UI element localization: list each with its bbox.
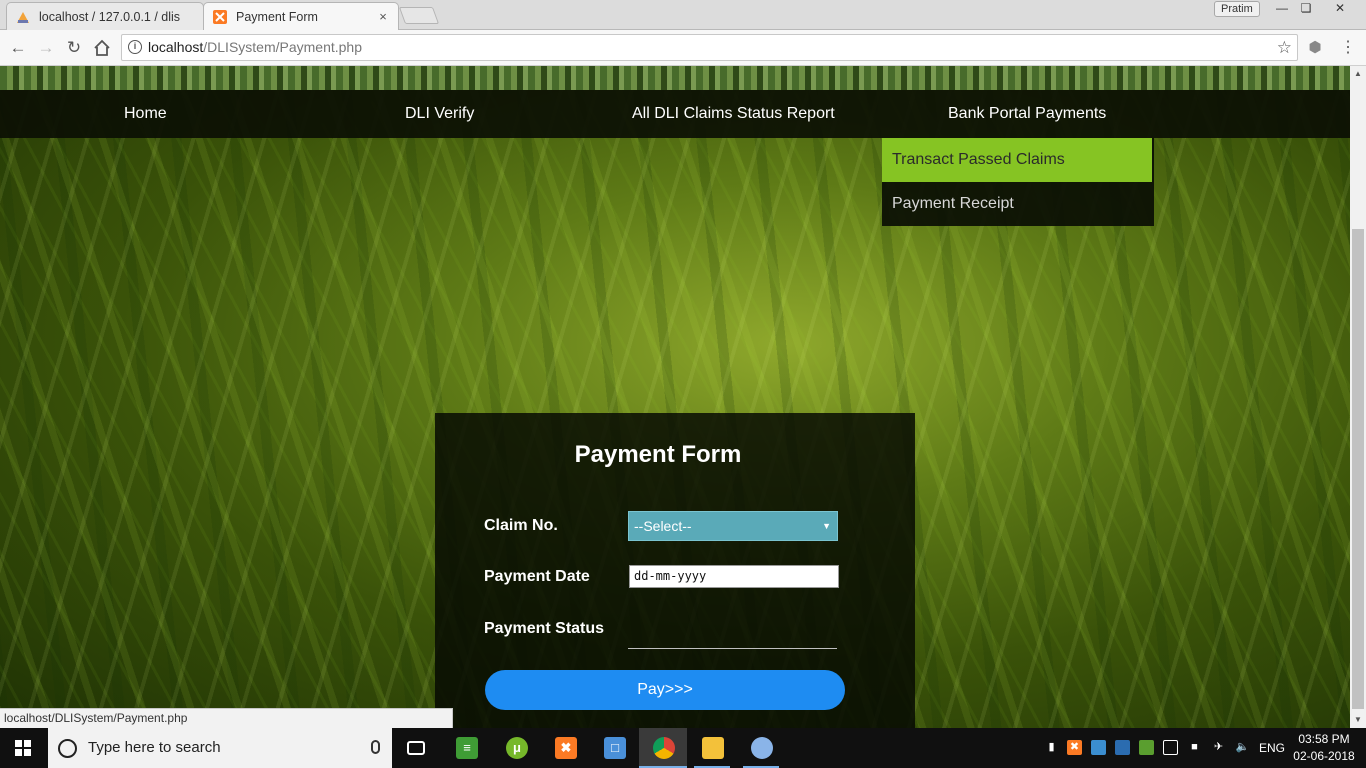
taskbar-paint-app[interactable] [737,728,785,768]
header-image-strip [0,66,1350,90]
browser-toolbar: ← → ↻ i localhost/DLISystem/Payment.php … [0,30,1366,66]
payment-form-panel: Payment Form Claim No. --Select-- ▼ Paym… [435,413,915,728]
payment-date-label: Payment Date [484,568,590,585]
payment-date-input[interactable]: dd-mm-yyyy [629,565,839,588]
task-view-icon [407,741,425,755]
network-app-icon[interactable] [1091,740,1106,755]
display-icon[interactable] [1115,740,1130,755]
clock-date: 02-06-2018 [1293,749,1355,763]
language-indicator[interactable]: ENG [1259,728,1285,768]
main-nav: Home DLI Verify All DLI Claims Status Re… [0,90,1350,138]
reload-icon[interactable]: ↻ [64,38,84,58]
browser-tab-strip: localhost / 127.0.0.1 / dlis Payment For… [0,0,1366,30]
close-icon[interactable]: × [376,9,390,24]
taskbar-utorrent-app[interactable]: μ [492,728,540,768]
notes-icon: ≡ [456,737,478,759]
scroll-up-icon[interactable]: ▲ [1350,66,1366,82]
window-close-button[interactable]: ✕ [1326,1,1354,17]
taskbar-notes-app[interactable]: ≡ [442,728,490,768]
tab-label: Payment Form [236,9,318,24]
page-viewport: Home DLI Verify All DLI Claims Status Re… [0,66,1350,728]
task-view-button[interactable] [392,728,440,768]
start-button[interactable] [0,728,48,768]
new-tab-button[interactable] [398,7,440,24]
bookmark-star-icon[interactable]: ☆ [1277,35,1292,60]
info-icon[interactable]: i [128,40,142,54]
clock-time: 03:58 PM [1298,732,1350,746]
nav-dli-verify[interactable]: DLI Verify [405,90,474,138]
payment-status-label: Payment Status [484,620,605,637]
address-bar[interactable]: i localhost/DLISystem/Payment.php ☆ [121,34,1298,61]
xampp-icon: ✖ [555,737,577,759]
scroll-down-icon[interactable]: ▼ [1350,712,1366,728]
windows-logo-icon [15,740,31,756]
xampp-icon [213,9,227,24]
windows-taskbar: Type here to search ≡ μ ✖ □ ▮ ✖ ■ ✈ 🔈 EN… [0,728,1366,768]
nav-home[interactable]: Home [124,90,167,138]
search-placeholder: Type here to search [88,739,221,756]
nav-bank-portal-payments[interactable]: Bank Portal Payments [948,90,1106,138]
microphone-icon[interactable] [371,740,380,754]
form-title: Payment Form [574,441,742,468]
bank-portal-dropdown: Transact Passed Claims Payment Receipt [882,138,1154,226]
tab-label: localhost / 127.0.0.1 / dlis [39,9,181,24]
security-icon[interactable]: ■ [1187,740,1202,755]
url-text: localhost/DLISystem/Payment.php [148,39,363,55]
home-icon[interactable] [92,38,112,58]
keyboard-icon[interactable] [1163,740,1178,755]
volume-icon[interactable]: 🔈 [1235,740,1250,755]
nvidia-icon[interactable] [1139,740,1154,755]
page-scrollbar[interactable]: ▲ ▼ [1350,66,1366,728]
taskbar-explorer-app[interactable] [688,728,736,768]
maximize-button[interactable]: ❏ [1292,1,1320,17]
cortana-icon [58,739,77,758]
chrome-icon [653,737,675,759]
taskbar-virtualbox-app[interactable]: □ [590,728,638,768]
xampp-tray-icon[interactable]: ✖ [1067,740,1082,755]
taskbar-search[interactable]: Type here to search [48,728,392,768]
browser-menu-icon[interactable]: ⋮ [1340,38,1356,58]
forward-icon[interactable]: → [36,38,56,58]
profile-button[interactable]: Pratim [1214,1,1260,17]
usb-icon[interactable]: ▮ [1044,740,1059,755]
dropdown-item-transact-passed-claims[interactable]: Transact Passed Claims [882,138,1152,182]
claim-no-label: Claim No. [484,517,558,534]
taskbar-clock[interactable]: 03:58 PM 02-06-2018 [1292,731,1356,765]
nav-claims-status-report[interactable]: All DLI Claims Status Report [632,90,835,138]
back-icon[interactable]: ← [8,38,28,58]
scroll-thumb[interactable] [1352,229,1364,709]
folder-icon [702,737,724,759]
airplane-icon[interactable]: ✈ [1211,740,1226,755]
taskbar-chrome-app[interactable] [639,728,687,768]
payment-status-field[interactable] [628,609,837,649]
extension-icon[interactable]: ⬢ [1306,39,1324,57]
paint-icon [751,737,773,759]
status-bubble: localhost/DLISystem/Payment.php [0,708,453,728]
utorrent-icon: μ [506,737,528,759]
claim-no-select[interactable]: --Select-- ▼ [628,511,838,541]
tab-phpmyadmin[interactable]: localhost / 127.0.0.1 / dlis [6,2,204,30]
dropdown-item-payment-receipt[interactable]: Payment Receipt [882,182,1154,226]
chevron-down-icon: ▼ [822,521,831,531]
virtualbox-icon: □ [604,737,626,759]
pay-button[interactable]: Pay>>> [485,670,845,710]
phpmyadmin-icon [17,11,29,23]
tab-payment-form[interactable]: Payment Form × [203,2,399,30]
taskbar-xampp-app[interactable]: ✖ [541,728,589,768]
